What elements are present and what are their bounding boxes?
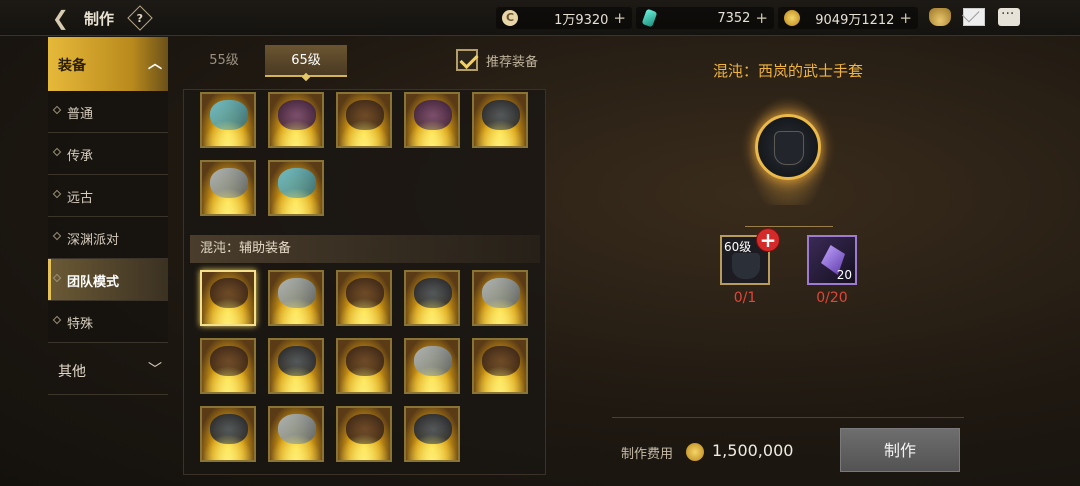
crafted-item-emblem (708, 93, 868, 213)
item-slot[interactable] (336, 92, 392, 148)
item-slot[interactable] (268, 270, 324, 326)
recommend-toggle[interactable]: 推荐装备 (456, 49, 538, 71)
mail-icon[interactable] (963, 8, 985, 26)
currency-gem: 7352 + (636, 7, 774, 29)
material-level: 60级 (724, 240, 752, 254)
item-slot[interactable] (472, 270, 528, 326)
currency-gold-c: C 1万9320 + (496, 7, 632, 29)
diamond-bullet-icon (52, 105, 62, 115)
item-slot[interactable] (200, 338, 256, 394)
category-equipment[interactable]: 装备 ︿ (48, 37, 168, 91)
item-slot[interactable] (404, 92, 460, 148)
cost-label: 制作费用 (621, 447, 674, 462)
divider (612, 417, 964, 418)
sidebar-item-label: 远古 (67, 191, 94, 206)
item-slot[interactable] (336, 406, 392, 462)
material-progress: 0/1 (733, 290, 757, 306)
add-gem-button[interactable]: + (755, 9, 768, 27)
coin-amount: 9049万1212 (815, 12, 895, 28)
item-slot[interactable] (200, 160, 256, 216)
add-gold-c-button[interactable]: + (613, 9, 626, 27)
treasure-pot-icon[interactable] (929, 8, 951, 26)
category-equipment-label: 装备 (58, 58, 86, 74)
gem-icon (641, 8, 658, 28)
page-title: 制作 (84, 10, 115, 28)
category-sidebar: 装备 ︿ 普通 传承 远古 深渊派对 团队模式 特殊 其他 ﹀ (48, 37, 168, 397)
diamond-bullet-icon (52, 273, 62, 283)
sidebar-item-label: 普通 (67, 107, 94, 122)
sidebar-item-team-mode[interactable]: 团队模式 (48, 259, 168, 301)
category-other[interactable]: 其他 ﹀ (48, 345, 168, 395)
tab-level-55[interactable]: 55级 (183, 45, 265, 77)
recommend-label: 推荐装备 (486, 54, 539, 70)
item-slot-selected[interactable] (200, 270, 256, 326)
diamond-bullet-icon (52, 147, 62, 157)
sidebar-item-abyss-party[interactable]: 深渊派对 (48, 217, 168, 259)
item-slot[interactable] (268, 160, 324, 216)
gauntlet-icon (774, 131, 804, 165)
item-slot[interactable] (472, 92, 528, 148)
item-slot[interactable] (268, 338, 324, 394)
crafted-item-icon[interactable] (755, 114, 821, 180)
item-slot[interactable] (404, 406, 460, 462)
item-slot[interactable] (268, 406, 324, 462)
item-slot[interactable] (336, 338, 392, 394)
chevron-up-icon: ︿ (148, 56, 162, 72)
diamond-bullet-icon (52, 231, 62, 241)
coin-icon (784, 10, 800, 26)
sidebar-item-ancient[interactable]: 远古 (48, 175, 168, 217)
diamond-bullet-icon (52, 189, 62, 199)
diamond-bullet-icon (52, 315, 62, 325)
chat-icon[interactable] (998, 6, 1020, 26)
add-material-button[interactable]: + (756, 228, 780, 252)
material-progress: 0/20 (816, 290, 848, 306)
tab-level-65[interactable]: 65级 (265, 45, 347, 77)
add-coin-button[interactable]: + (899, 9, 912, 27)
make-button[interactable]: 制作 (840, 428, 960, 472)
back-arrow-icon[interactable]: ❮ (52, 6, 78, 30)
currency-coin: 9049万1212 + (778, 7, 918, 29)
recipe-title: 混沌：西岚的武士手套 (712, 62, 863, 80)
coin-icon (686, 443, 704, 461)
sidebar-item-label: 团队模式 (67, 275, 120, 290)
item-grid-panel[interactable]: 混沌：辅助装备 (183, 89, 546, 475)
item-slot[interactable] (200, 406, 256, 462)
item-slot[interactable] (472, 338, 528, 394)
gauntlet-icon (732, 253, 760, 279)
item-slot[interactable] (404, 270, 460, 326)
sidebar-item-normal[interactable]: 普通 (48, 91, 168, 133)
category-other-label: 其他 (58, 364, 86, 380)
item-slot[interactable] (200, 92, 256, 148)
gold-c-amount: 1万9320 (554, 12, 609, 28)
section-header-support-equipment: 混沌：辅助装备 (190, 235, 540, 263)
chevron-down-icon: ﹀ (148, 362, 162, 378)
sidebar-item-inherit[interactable]: 传承 (48, 133, 168, 175)
gem-amount: 7352 (717, 10, 751, 26)
material-count: 20 (836, 268, 852, 282)
top-bar: ❮ 制作 ? C 1万9320 + 7352 + 9049万1212 + (0, 0, 1080, 36)
help-icon: ? (136, 11, 144, 25)
sidebar-item-label: 传承 (67, 149, 94, 164)
recommend-checkbox[interactable] (456, 49, 478, 71)
material-slot-crystal[interactable]: 20 (807, 235, 857, 285)
item-slot[interactable] (336, 270, 392, 326)
cost-value: 1,500,000 (712, 441, 794, 460)
sidebar-item-label: 特殊 (67, 317, 94, 332)
sidebar-item-special[interactable]: 特殊 (48, 301, 168, 343)
item-slot[interactable] (404, 338, 460, 394)
gold-c-icon: C (502, 10, 518, 26)
help-button[interactable]: ? (127, 5, 153, 31)
sidebar-item-label: 深渊派对 (67, 233, 120, 248)
item-slot[interactable] (268, 92, 324, 148)
